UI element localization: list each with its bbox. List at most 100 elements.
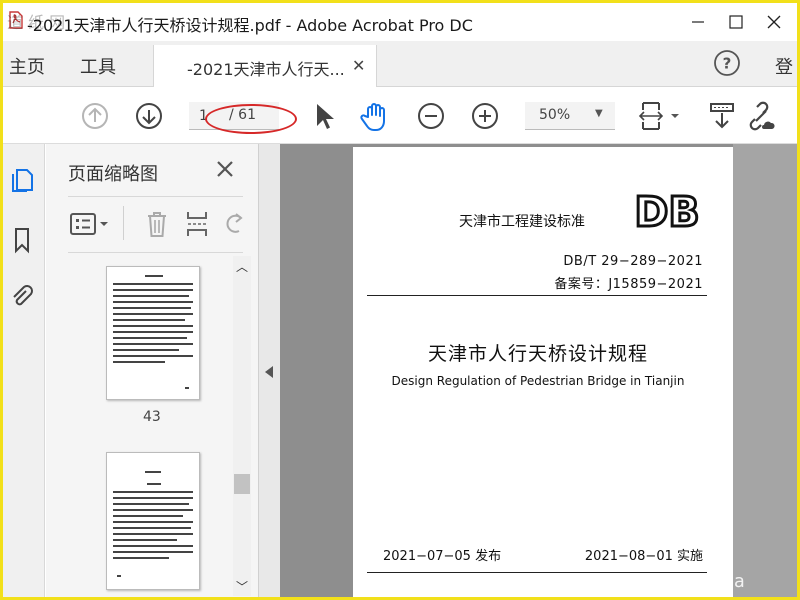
attachment-icon[interactable] bbox=[8, 282, 36, 310]
thumb-text-line bbox=[113, 361, 165, 363]
insert-page-icon[interactable] bbox=[183, 208, 213, 240]
thumb-text-line bbox=[113, 307, 191, 309]
thumb-text-line bbox=[113, 283, 193, 285]
thumb-text-line bbox=[113, 319, 185, 321]
scrollbar-thumb[interactable] bbox=[234, 474, 250, 494]
panel-title: 页面缩略图 bbox=[68, 164, 158, 185]
rotate-page-icon[interactable] bbox=[222, 208, 246, 240]
sign-in-link[interactable]: 登 bbox=[775, 53, 793, 79]
zoom-out-icon[interactable] bbox=[415, 100, 447, 132]
menu-home[interactable]: 主页 bbox=[9, 53, 45, 79]
previous-page-icon[interactable] bbox=[79, 100, 111, 132]
thumb-text-line bbox=[113, 301, 193, 303]
thumbnail-scrollbar[interactable]: ︿ ﹀ bbox=[233, 256, 251, 596]
svg-text:?: ? bbox=[723, 55, 732, 73]
implement-date: 2021−08−01 实施 bbox=[584, 549, 703, 564]
collapse-panel-icon[interactable] bbox=[265, 366, 273, 378]
maximize-button[interactable] bbox=[721, 7, 751, 37]
db-standard-logo: DB bbox=[633, 190, 701, 230]
navigation-rail bbox=[3, 144, 45, 597]
thumb-text-line bbox=[113, 355, 193, 357]
toolbar: / 61 50% ▼ bbox=[3, 88, 797, 144]
thumb-text-line bbox=[113, 527, 191, 529]
thumb-text-line bbox=[113, 551, 193, 553]
thumb-text-line bbox=[113, 503, 189, 505]
thumb-text-line bbox=[113, 295, 189, 297]
thumb-text-line bbox=[185, 387, 189, 389]
divider bbox=[367, 295, 707, 296]
acrobat-window: -2021天津市人行天桥设计规程.pdf - Adobe Acrobat Pro… bbox=[3, 3, 797, 597]
close-tab-icon[interactable]: ✕ bbox=[352, 56, 365, 75]
document-title-english: Design Regulation of Pedestrian Bridge i… bbox=[391, 374, 685, 388]
window-title: -2021天津市人行天桥设计规程.pdf - Adobe Acrobat Pro… bbox=[27, 16, 473, 35]
thumb-text-line bbox=[147, 483, 161, 485]
thumb-text-line bbox=[113, 331, 193, 333]
panel-splitter[interactable] bbox=[258, 144, 280, 597]
scroll-mode-icon[interactable] bbox=[707, 100, 737, 132]
page-thumbnail[interactable] bbox=[106, 266, 200, 400]
fit-page-icon[interactable] bbox=[637, 100, 683, 132]
thumb-text-line bbox=[113, 349, 179, 351]
next-page-icon[interactable] bbox=[133, 100, 165, 132]
menu-tools[interactable]: 工具 bbox=[80, 53, 116, 79]
thumb-text-line bbox=[113, 515, 183, 517]
document-view[interactable]: 天津市工程建设标准 DB DB/T 29−289−2021 备案号：J15859… bbox=[280, 144, 797, 597]
issuing-organization: 天津市工程建设标准 bbox=[459, 214, 585, 230]
help-icon[interactable]: ? bbox=[713, 49, 741, 77]
thumb-text-line bbox=[113, 289, 193, 291]
hand-tool-icon[interactable] bbox=[359, 100, 391, 132]
thumb-text-line bbox=[113, 313, 193, 315]
document-title-chinese: 天津市人行天桥设计规程 bbox=[427, 343, 648, 365]
scroll-up-icon[interactable]: ︿ bbox=[236, 258, 248, 275]
divider bbox=[367, 572, 707, 573]
thumb-text-line bbox=[113, 545, 193, 547]
delete-page-icon[interactable] bbox=[142, 208, 172, 240]
thumb-text-line bbox=[113, 521, 193, 523]
thumb-text-line bbox=[113, 533, 193, 535]
select-cursor-icon[interactable] bbox=[309, 100, 337, 132]
zoom-level-value: 50% bbox=[539, 107, 571, 123]
close-window-button[interactable] bbox=[759, 7, 789, 37]
pdf-page: 天津市工程建设标准 DB DB/T 29−289−2021 备案号：J15859… bbox=[353, 147, 733, 597]
watermark: 道 纸 网 bbox=[7, 13, 66, 32]
thumbnail-page-number: 43 bbox=[143, 409, 161, 425]
zoom-level-dropdown[interactable]: 50% ▼ bbox=[525, 102, 615, 130]
thumb-text-line bbox=[113, 539, 177, 541]
page-thumbnails-icon[interactable] bbox=[8, 166, 36, 194]
share-link-icon[interactable] bbox=[745, 100, 779, 132]
document-gutter bbox=[733, 144, 797, 597]
thumb-text-line bbox=[145, 275, 163, 277]
document-tab[interactable]: -2021天津市人行天... ✕ bbox=[153, 45, 377, 87]
thumb-text-line bbox=[145, 471, 161, 473]
divider bbox=[68, 196, 243, 197]
thumb-text-line bbox=[113, 557, 169, 559]
current-page-input[interactable] bbox=[199, 107, 221, 125]
thumb-text-line bbox=[117, 575, 121, 577]
zoom-in-icon[interactable] bbox=[469, 100, 501, 132]
record-number: 备案号：J15859−2021 bbox=[554, 277, 703, 292]
thumbnail-options-icon[interactable] bbox=[68, 208, 116, 240]
thumb-text-line bbox=[113, 491, 193, 493]
document-tab-label: -2021天津市人行天... bbox=[187, 60, 345, 79]
close-panel-icon[interactable] bbox=[214, 158, 236, 180]
page-thumbnail[interactable] bbox=[106, 452, 200, 590]
standard-number: DB/T 29−289−2021 bbox=[563, 254, 703, 269]
page-number-box[interactable]: / 61 bbox=[189, 102, 279, 130]
thumbnails-panel: 页面缩略图 43 ︿ ﹀ bbox=[46, 144, 258, 597]
thumb-text-line bbox=[113, 509, 193, 511]
chevron-down-icon: ▼ bbox=[595, 108, 603, 119]
watermark: www.cnda bbox=[658, 571, 745, 592]
thumb-text-line bbox=[113, 337, 187, 339]
publish-date: 2021−07−05 发布 bbox=[383, 549, 502, 564]
thumb-text-line bbox=[113, 325, 193, 327]
title-bar: -2021天津市人行天桥设计规程.pdf - Adobe Acrobat Pro… bbox=[3, 3, 797, 41]
total-pages: / 61 bbox=[229, 107, 256, 123]
minimize-button[interactable] bbox=[683, 7, 713, 37]
divider bbox=[123, 206, 124, 240]
thumb-text-line bbox=[113, 497, 193, 499]
svg-text:DB: DB bbox=[634, 190, 699, 230]
scroll-down-icon[interactable]: ﹀ bbox=[236, 578, 248, 595]
menu-bar: 主页 工具 -2021天津市人行天... ✕ ? 登 bbox=[3, 41, 797, 87]
thumb-text-line bbox=[113, 343, 193, 345]
bookmark-icon[interactable] bbox=[8, 226, 36, 254]
